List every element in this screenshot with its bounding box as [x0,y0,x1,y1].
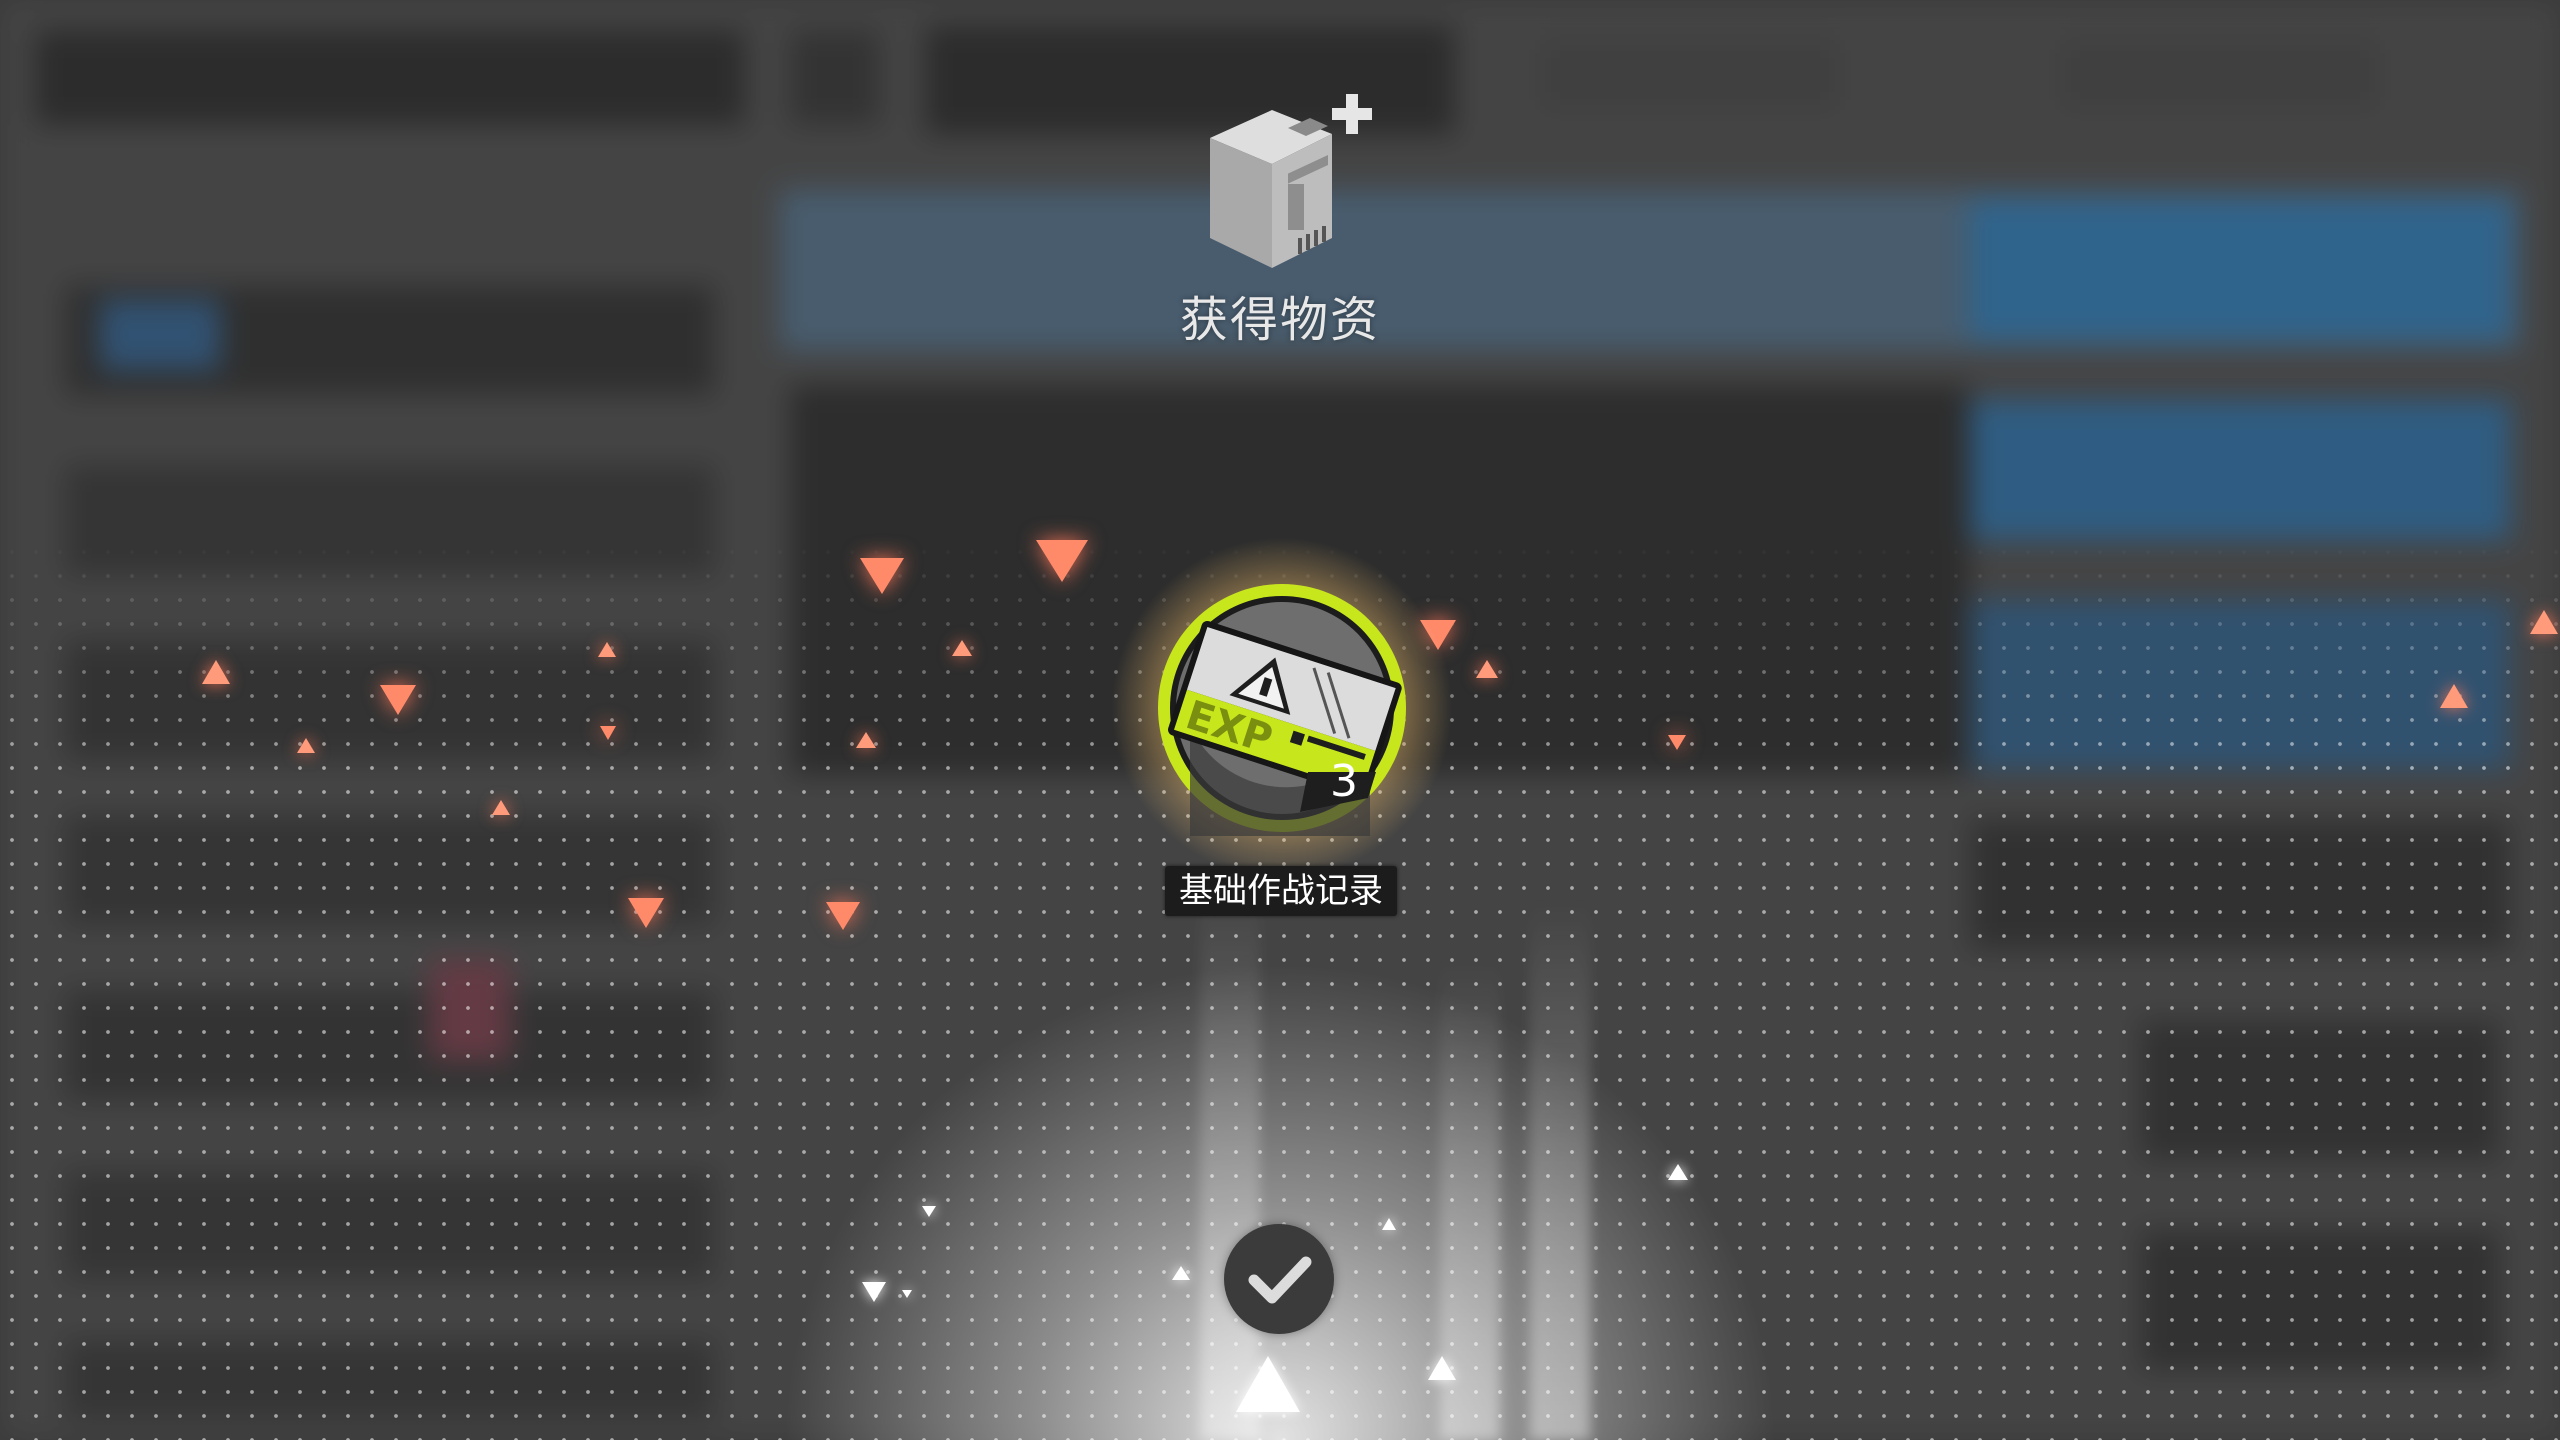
particle-triangle [1172,1266,1190,1280]
particle-triangle [202,660,230,684]
particle-triangle [1668,735,1686,750]
particle-triangle [1036,540,1088,582]
particle-triangle [826,902,860,930]
particle-triangle [1236,1356,1300,1412]
particle-triangle [2530,610,2558,634]
particle-triangle [860,558,904,594]
confirm-button[interactable] [1224,1224,1334,1334]
item-name-label: 基础作战记录 [1165,866,1397,916]
particle-triangle [492,800,510,815]
particle-triangle [600,726,616,740]
supply-box-plus-icon [1210,94,1372,268]
particle-triangle [598,642,616,657]
checkmark-icon [1248,1256,1312,1304]
particle-triangle [380,685,416,715]
particle-triangle [297,738,315,753]
particle-triangle [902,1290,912,1298]
particle-triangle [862,1282,886,1302]
reward-header: 获得物资 [1180,88,1380,350]
particle-triangle [2440,684,2468,708]
particle-triangle [1428,1356,1456,1380]
reward-title: 获得物资 [1180,292,1381,348]
particle-triangle [1668,1164,1688,1180]
particle-triangle [856,732,876,748]
item-quantity: 3 [1330,756,1358,807]
reward-item[interactable]: EXP 3 [1110,536,1454,880]
particle-triangle [1476,660,1498,678]
particle-triangle [922,1206,936,1217]
particle-triangle [952,640,972,656]
particle-triangle [1382,1218,1396,1230]
particle-triangle [628,898,664,928]
